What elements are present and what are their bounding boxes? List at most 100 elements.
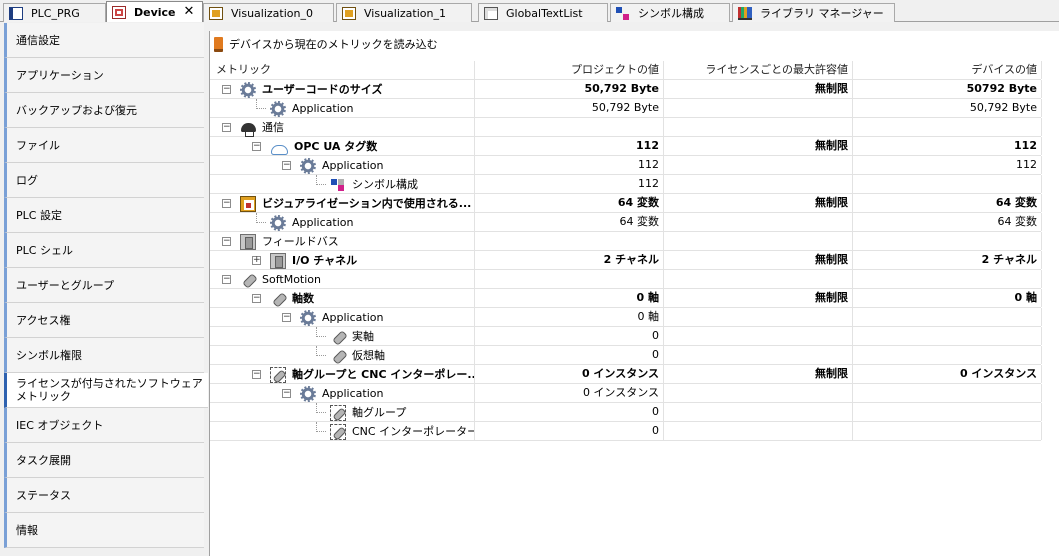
collapse-icon[interactable]: − [222, 275, 231, 284]
collapse-icon[interactable]: − [282, 161, 291, 170]
metric-cell: − 通信 [210, 118, 474, 137]
project-value-cell: 0 軸 [636, 291, 659, 304]
sidebar-item[interactable]: シンボル権限 [4, 338, 204, 373]
collapse-icon[interactable]: − [222, 85, 231, 94]
table-row[interactable]: 仮想軸 0 [210, 346, 1042, 365]
network-icon [240, 120, 256, 137]
tree-connector [256, 213, 266, 223]
column-header-metric[interactable]: メトリック [210, 61, 474, 80]
close-tab-icon[interactable]: ✕ [184, 5, 195, 18]
license-max-cell [663, 232, 852, 251]
table-row[interactable]: − Application 0 インスタンス [210, 384, 1042, 403]
visualization-icon [209, 6, 223, 20]
metric-label: ユーザーコードのサイズ [262, 82, 383, 96]
collapse-icon[interactable]: − [252, 294, 261, 303]
table-row[interactable]: Application 50,792 Byte 50,792 Byte [210, 99, 1042, 118]
collapse-icon[interactable]: − [252, 142, 261, 151]
sidebar-item[interactable]: PLC シェル [4, 233, 204, 268]
textlist-icon [484, 6, 498, 20]
table-row[interactable]: − フィールドバス [210, 232, 1042, 251]
license-max-cell: 無制限 [815, 139, 848, 152]
project-value-cell: 0 インスタンス [581, 367, 659, 380]
table-row[interactable]: − 通信 [210, 118, 1042, 137]
tab-device[interactable]: Device ✕ [106, 1, 203, 22]
fieldbus-icon [240, 233, 256, 250]
table-row[interactable]: − 軸グループと CNC インターポレー... 0 インスタンス 無制限 0 インスタン… [210, 365, 1042, 384]
metric-cell: 実軸 [210, 327, 474, 346]
tab-[interactable]: ライブラリ マネージャー [732, 3, 895, 22]
tab-[interactable]: シンボル構成 [610, 3, 730, 22]
sidebar-item[interactable]: ライセンスが付与されたソフトウェア メトリック [4, 373, 208, 408]
sidebar-item[interactable]: ファイル [4, 128, 204, 163]
license-max-cell [663, 422, 852, 441]
sidebar-item[interactable]: PLC 設定 [4, 198, 204, 233]
sidebar-item[interactable]: ユーザーとグループ [4, 268, 204, 303]
expand-icon[interactable]: + [252, 256, 261, 265]
sidebar-item-label: IEC オブジェクト [16, 419, 104, 432]
sidebar-item[interactable]: バックアップおよび復元 [4, 93, 204, 128]
axis-group-icon [270, 366, 286, 383]
read-metrics-button[interactable]: デバイスから現在のメトリックを読み込む [210, 31, 1059, 57]
sidebar-item-label: アプリケーション [16, 69, 104, 82]
sidebar-item-label: ログ [16, 174, 38, 187]
table-row[interactable]: − ビジュアライゼーション内で使用される... 64 変数 無制限 64 変数 [210, 194, 1042, 213]
table-row[interactable]: 実軸 0 [210, 327, 1042, 346]
table-row[interactable]: 軸グループ 0 [210, 403, 1042, 422]
sidebar-item[interactable]: タスク展開 [4, 443, 204, 478]
table-row[interactable]: − ユーザーコードのサイズ 50,792 Byte 無制限 50792 Byte [210, 80, 1042, 99]
column-header-device-value[interactable]: デバイスの値 [852, 61, 1041, 80]
collapse-icon[interactable]: − [222, 199, 231, 208]
table-header-row: メトリック プロジェクトの値 ライセンスごとの最大許容値 デバイスの値 [210, 61, 1042, 80]
sidebar-item-label: PLC 設定 [16, 209, 62, 222]
license-max-cell [663, 213, 852, 232]
gear-icon [300, 385, 316, 402]
sidebar-item[interactable]: 通信設定 [4, 23, 204, 58]
project-value-cell: 112 [638, 177, 659, 190]
device-value-cell: 112 [1016, 158, 1037, 171]
table-row[interactable]: − SoftMotion [210, 270, 1042, 289]
license-max-cell [663, 270, 852, 289]
metric-cell: Application [210, 99, 474, 118]
metric-cell: − SoftMotion [210, 270, 474, 289]
device-value-cell [852, 308, 1041, 327]
sidebar-item-label: 通信設定 [16, 34, 60, 47]
device-value-cell: 0 インスタンス [959, 367, 1037, 380]
tab-label: Visualization_0 [231, 6, 313, 20]
table-row[interactable]: − Application 112 112 [210, 156, 1042, 175]
sidebar-item[interactable]: ログ [4, 163, 204, 198]
table-row[interactable]: − Application 0 軸 [210, 308, 1042, 327]
collapse-icon[interactable]: − [282, 389, 291, 398]
table-row[interactable]: CNC インターポレーター 0 [210, 422, 1042, 441]
editor-tab-bar: PLC_PRG Device ✕ Visualization_0 Visualizati… [0, 0, 1059, 22]
sidebar-item[interactable]: アクセス権 [4, 303, 204, 338]
license-max-cell: 無制限 [815, 367, 848, 380]
table-row[interactable]: − OPC UA タグ数 112 無制限 112 [210, 137, 1042, 156]
tab-visualization-1[interactable]: Visualization_1 [336, 3, 472, 22]
fieldbus-icon [270, 252, 286, 269]
tab-visualization-0[interactable]: Visualization_0 [203, 3, 334, 22]
tab-plc-prg[interactable]: PLC_PRG [3, 3, 106, 22]
table-row[interactable]: + I/O チャネル 2 チャネル 無制限 2 チャネル [210, 251, 1042, 270]
tab-globaltextlist[interactable]: GlobalTextList [478, 3, 608, 22]
table-row[interactable]: Application 64 変数 64 変数 [210, 213, 1042, 232]
column-header-license-max[interactable]: ライセンスごとの最大許容値 [663, 61, 852, 80]
collapse-icon[interactable]: − [252, 370, 261, 379]
device-value-cell: 0 軸 [1014, 291, 1037, 304]
sidebar-item-label: ライセンスが付与されたソフトウェア メトリック [16, 377, 203, 403]
sidebar-item[interactable]: 情報 [4, 513, 204, 548]
sidebar-item[interactable]: アプリケーション [4, 58, 204, 93]
sidebar-item[interactable]: ステータス [4, 478, 204, 513]
column-header-project-value[interactable]: プロジェクトの値 [474, 61, 663, 80]
tab-label: シンボル構成 [638, 7, 704, 20]
license-max-cell [663, 403, 852, 422]
sidebar-item-label: バックアップおよび復元 [16, 104, 137, 117]
project-value-cell [474, 270, 663, 289]
license-max-cell [663, 327, 852, 346]
table-row[interactable]: シンボル構成 112 [210, 175, 1042, 194]
collapse-icon[interactable]: − [222, 237, 231, 246]
sidebar-item-label: 情報 [16, 524, 38, 537]
sidebar-item[interactable]: IEC オブジェクト [4, 408, 204, 443]
table-row[interactable]: − 軸数 0 軸 無制限 0 軸 [210, 289, 1042, 308]
collapse-icon[interactable]: − [222, 123, 231, 132]
collapse-icon[interactable]: − [282, 313, 291, 322]
